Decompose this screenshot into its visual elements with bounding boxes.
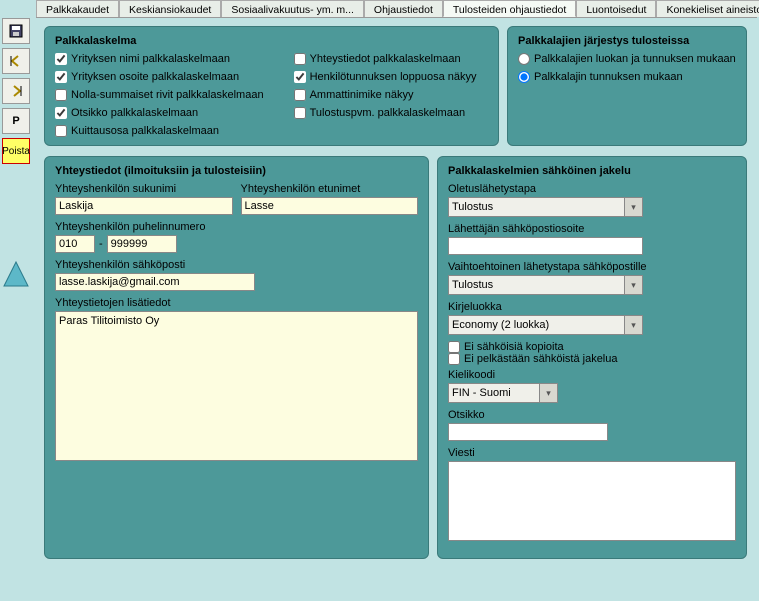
panel-title: Yhteystiedot (ilmoituksiin ja tulosteisi… xyxy=(55,165,418,177)
chk-kuittausosa[interactable]: Kuittausosa palkkalaskelmaan xyxy=(55,125,264,137)
tab-keskiansiokaudet[interactable]: Keskiansiokaudet xyxy=(119,0,221,17)
panel-title: Palkkalaskelmien sähköinen jakelu xyxy=(448,165,736,177)
panel-title: Palkkalaskelma xyxy=(55,35,488,47)
save-button[interactable] xyxy=(2,18,30,44)
tab-palkkakaudet[interactable]: Palkkakaudet xyxy=(36,0,119,17)
save-icon xyxy=(8,23,24,39)
chk-yrityksen-osoite[interactable]: Yrityksen osoite palkkalaskelmaan xyxy=(55,71,264,83)
label-kirjeluokka: Kirjeluokka xyxy=(448,301,736,313)
textarea-viesti[interactable] xyxy=(448,461,736,541)
chk-yrityksen-nimi[interactable]: Yrityksen nimi palkkalaskelmaan xyxy=(55,53,264,65)
radio-tunnuksen[interactable]: Palkkalajin tunnuksen mukaan xyxy=(518,71,736,83)
tab-ohjaustiedot[interactable]: Ohjaustiedot xyxy=(364,0,443,17)
arrow-right-icon xyxy=(8,83,24,99)
input-email[interactable] xyxy=(55,273,255,291)
label-etunimet: Yhteyshenkilön etunimet xyxy=(241,183,419,195)
panel-yhteystiedot: Yhteystiedot (ilmoituksiin ja tulosteisi… xyxy=(44,156,429,559)
tab-konekieliset[interactable]: Konekieliset aineistot xyxy=(656,0,759,17)
input-etunimet[interactable] xyxy=(241,197,419,215)
app-logo xyxy=(0,258,32,290)
label-kielikoodi: Kielikoodi xyxy=(448,369,736,381)
label-otsikko: Otsikko xyxy=(448,409,736,421)
chk-ammattinimike[interactable]: Ammattinimike näkyy xyxy=(294,89,477,101)
label-email: Yhteyshenkilön sähköposti xyxy=(55,259,418,271)
arrow-left-icon xyxy=(8,53,24,69)
poista-button[interactable]: Poista xyxy=(2,138,30,164)
label-puhelin: Yhteyshenkilön puhelinnumero xyxy=(55,221,418,233)
label-oletuslahetys: Oletuslähetystapa xyxy=(448,183,736,195)
chk-henkilotunnus[interactable]: Henkilötunnuksen loppuosa näkyy xyxy=(294,71,477,83)
label-vaihtoehtoinen: Vaihtoehtoinen lähetystapa sähköpostille xyxy=(448,261,736,273)
tab-tulosteiden-ohjaustiedot[interactable]: Tulosteiden ohjaustiedot xyxy=(443,0,576,17)
label-lisatiedot: Yhteystietojen lisätiedot xyxy=(55,297,418,309)
triangle-icon xyxy=(0,258,32,290)
textarea-lisatiedot[interactable] xyxy=(55,311,418,461)
panel-jarjestys: Palkkalajien järjestys tulosteissa Palkk… xyxy=(507,26,747,146)
chk-tulostuspvm[interactable]: Tulostuspvm. palkkalaskelmaan xyxy=(294,107,477,119)
panel-title: Palkkalajien järjestys tulosteissa xyxy=(518,35,736,47)
chk-ei-kopioita[interactable]: Ei sähköisiä kopioita xyxy=(448,341,736,353)
content-area: Palkkalaskelma Yrityksen nimi palkkalask… xyxy=(36,18,755,597)
input-lahettaja-email[interactable] xyxy=(448,237,643,255)
panel-palkkalaskelma: Palkkalaskelma Yrityksen nimi palkkalask… xyxy=(44,26,499,146)
p-button[interactable]: P xyxy=(2,108,30,134)
label-viesti: Viesti xyxy=(448,447,736,459)
chk-ei-pelkastaan[interactable]: Ei pelkästään sähköistä jakelua xyxy=(448,353,736,365)
input-puh-prefix[interactable] xyxy=(55,235,95,253)
chk-nolla-summaiset[interactable]: Nolla-summaiset rivit palkkalaskelmaan xyxy=(55,89,264,101)
prev-button[interactable] xyxy=(2,48,30,74)
tab-bar: Palkkakaudet Keskiansiokaudet Sosiaaliva… xyxy=(36,0,757,18)
next-button[interactable] xyxy=(2,78,30,104)
chk-otsikko[interactable]: Otsikko palkkalaskelmaan xyxy=(55,107,264,119)
input-otsikko[interactable] xyxy=(448,423,608,441)
chk-yhteystiedot[interactable]: Yhteystiedot palkkalaskelmaan xyxy=(294,53,477,65)
label-lahettaja-email: Lähettäjän sähköpostiosoite xyxy=(448,223,736,235)
select-kirjeluokka[interactable]: Economy (2 luokka) xyxy=(448,315,643,335)
tab-luontoisedut[interactable]: Luontoisedut xyxy=(576,0,656,17)
input-puh-number[interactable] xyxy=(107,235,177,253)
select-oletuslahetys[interactable]: Tulostus xyxy=(448,197,643,217)
select-kielikoodi[interactable]: FIN - Suomi xyxy=(448,383,558,403)
panel-jakelu: Palkkalaskelmien sähköinen jakelu Oletus… xyxy=(437,156,747,559)
select-vaihtoehtoinen[interactable]: Tulostus xyxy=(448,275,643,295)
label-sukunimi: Yhteyshenkilön sukunimi xyxy=(55,183,233,195)
tab-sosiaalivakuutus[interactable]: Sosiaalivakuutus- ym. m... xyxy=(221,0,364,17)
side-toolbar: P Poista xyxy=(2,18,34,164)
input-sukunimi[interactable] xyxy=(55,197,233,215)
radio-luokan-tunnuksen[interactable]: Palkkalajien luokan ja tunnuksen mukaan xyxy=(518,53,736,65)
